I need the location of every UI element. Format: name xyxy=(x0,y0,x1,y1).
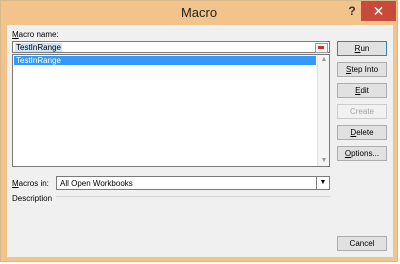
options-label: ptions... xyxy=(351,149,380,158)
create-label: Create xyxy=(349,107,374,116)
macro-name-label: Macro name: xyxy=(12,30,59,39)
arrow-up-icon[interactable]: ▲ xyxy=(320,56,328,64)
step-into-label: tep Into xyxy=(351,65,379,74)
run-label: un xyxy=(360,44,370,53)
edit-label: dit xyxy=(360,86,369,95)
description-label: Description xyxy=(12,194,53,203)
help-button[interactable]: ? xyxy=(345,4,359,18)
macro-list[interactable]: TestInRange ▲ ▼ xyxy=(12,54,330,167)
macro-name-input[interactable]: TestInRange xyxy=(12,41,330,53)
title-bar: Macro ? ✕ xyxy=(1,1,397,25)
run-button[interactable]: Run xyxy=(337,41,387,56)
options-button[interactable]: Options... xyxy=(337,146,387,161)
macros-in-label: Macros in: xyxy=(12,179,49,188)
delete-label: elete xyxy=(356,128,374,137)
macro-name-label-rest: acro name: xyxy=(18,30,59,39)
create-button: Create xyxy=(337,104,387,119)
list-item[interactable]: TestInRange xyxy=(14,56,316,65)
macros-in-label-rest: acros in: xyxy=(18,179,49,188)
chevron-down-icon[interactable]: ▼ xyxy=(316,177,329,189)
dialog-title: Macro xyxy=(180,5,218,20)
close-button[interactable]: ✕ xyxy=(361,1,396,21)
macros-in-select[interactable]: All Open Workbooks ▼ xyxy=(56,176,330,190)
vertical-scrollbar[interactable]: ▲ ▼ xyxy=(317,55,329,166)
dialog-body: Macro name: TestInRange TestInRange ▲ ▼ … xyxy=(7,25,393,257)
description-divider xyxy=(56,196,330,197)
cancel-label: Cancel xyxy=(349,239,375,248)
range-picker-icon[interactable] xyxy=(315,43,328,53)
macro-name-value: TestInRange xyxy=(15,43,62,52)
macro-dialog: Macro ? ✕ Macro name: TestInRange TestIn… xyxy=(0,0,398,262)
arrow-down-icon[interactable]: ▼ xyxy=(320,157,328,165)
macros-in-access-key: M xyxy=(12,179,19,188)
cancel-button[interactable]: Cancel xyxy=(337,236,387,251)
edit-button[interactable]: Edit xyxy=(337,83,387,98)
macro-name-access-key: M xyxy=(12,30,19,39)
delete-button[interactable]: Delete xyxy=(337,125,387,140)
macros-in-value: All Open Workbooks xyxy=(60,179,133,188)
step-into-button[interactable]: Step Into xyxy=(337,62,387,77)
